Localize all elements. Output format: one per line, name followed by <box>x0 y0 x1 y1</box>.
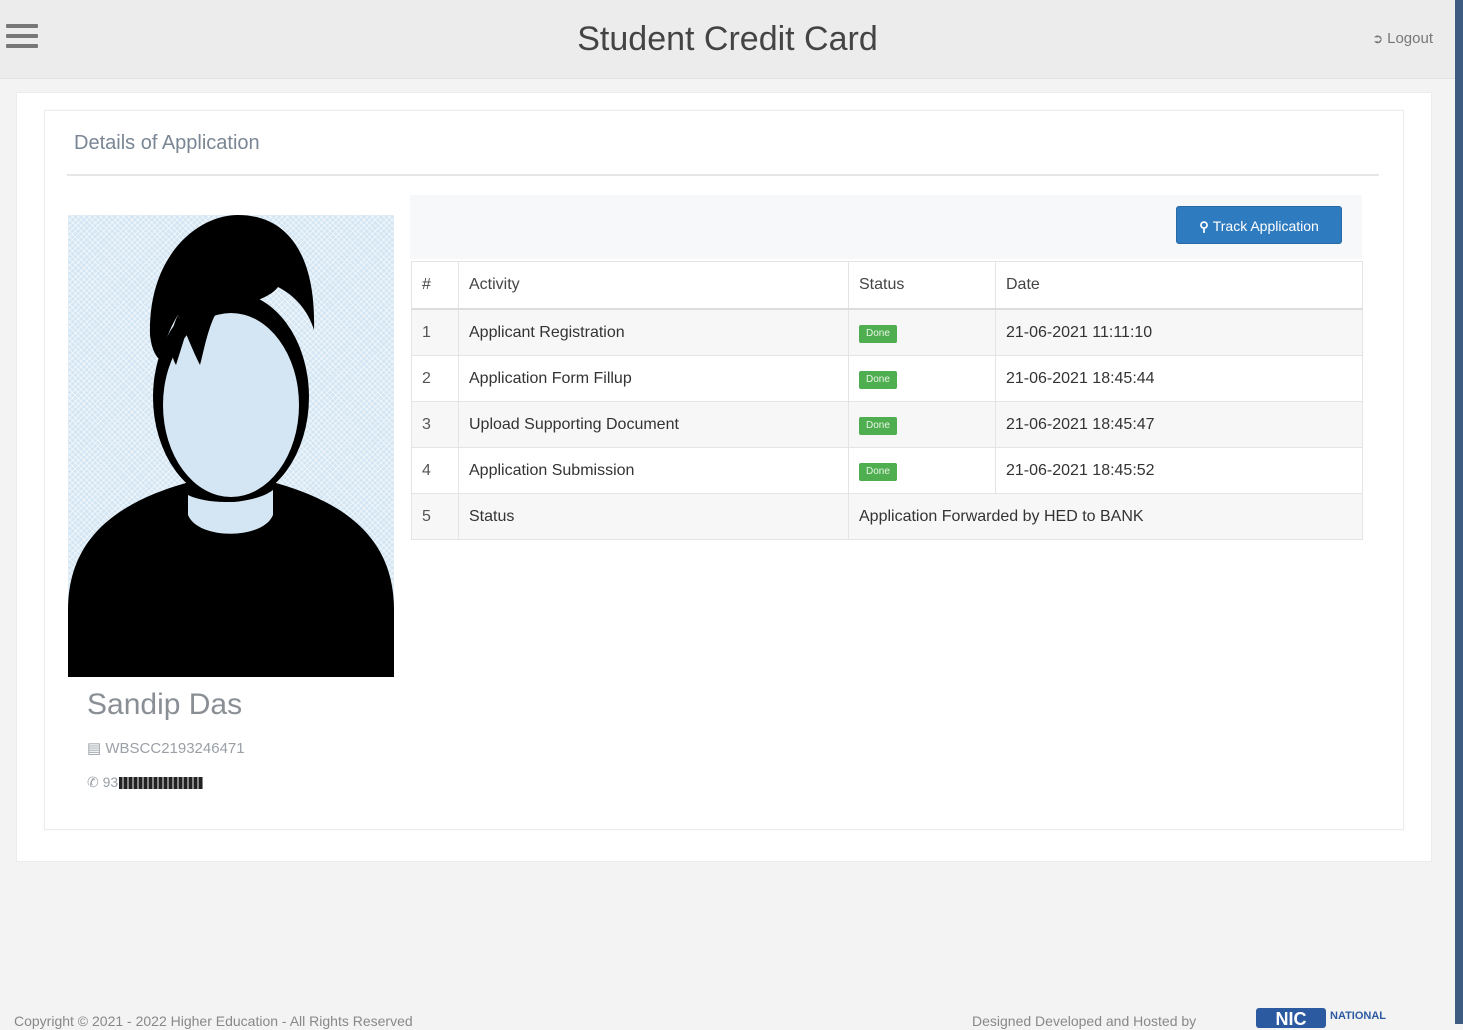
student-photo-avatar <box>68 215 394 677</box>
footer-copyright: Copyright © 2021 - 2022 Higher Education… <box>14 1013 413 1029</box>
row-activity: Application Form Fillup <box>458 355 849 402</box>
student-phone: ✆ 93 <box>87 774 204 791</box>
done-badge: Done <box>859 370 897 389</box>
col-header-date: Date <box>995 261 1363 310</box>
window-edge-bar <box>1455 0 1463 1024</box>
row-date: 21-06-2021 18:45:44 <box>995 355 1363 402</box>
row-num: 3 <box>411 401 459 448</box>
logout-link[interactable]: ➲ Logout <box>1372 30 1433 47</box>
track-application-button[interactable]: ⚲ Track Application <box>1176 206 1342 244</box>
row-status: Done <box>848 308 996 356</box>
col-header-num: # <box>411 261 459 310</box>
student-name: Sandip Das <box>87 688 243 721</box>
track-application-label: Track Application <box>1212 218 1319 234</box>
footer-credit: Designed Developed and Hosted by <box>972 1013 1197 1029</box>
table-row: 2 Application Form Fillup Done 21-06-202… <box>411 355 1363 402</box>
activity-table: # Activity Status Date 1 Applicant Regis… <box>411 261 1363 540</box>
table-header-row: # Activity Status Date <box>411 261 1363 310</box>
panel-divider <box>67 174 1379 176</box>
row-status: Done <box>848 447 996 494</box>
row-date: 21-06-2021 18:45:52 <box>995 447 1363 494</box>
table-row: 3 Upload Supporting Document Done 21-06-… <box>411 401 1363 448</box>
row-activity: Applicant Registration <box>458 308 849 356</box>
row-num: 1 <box>411 308 459 356</box>
search-icon: ⚲ <box>1199 219 1209 234</box>
col-header-status: Status <box>848 261 996 310</box>
row-num: 2 <box>411 355 459 402</box>
phone-prefix: 93 <box>102 774 119 790</box>
done-badge: Done <box>859 416 897 435</box>
status-row-value: Application Forwarded by HED to BANK <box>848 493 1363 540</box>
row-activity: Upload Supporting Document <box>458 401 849 448</box>
student-id-value: WBSCC2193246471 <box>105 740 245 757</box>
nic-logo[interactable]: NIC <box>1256 1008 1326 1029</box>
logout-icon: ➲ <box>1372 31 1384 46</box>
done-badge: Done <box>859 324 897 343</box>
row-date: 21-06-2021 18:45:47 <box>995 401 1363 448</box>
logout-label: Logout <box>1387 30 1433 47</box>
phone-masked-digits <box>119 777 204 790</box>
row-status: Done <box>848 355 996 402</box>
status-row: 5 Status Application Forwarded by HED to… <box>411 493 1363 540</box>
row-date: 21-06-2021 11:11:10 <box>995 308 1363 356</box>
top-navbar: Student Credit Card ➲ Logout <box>0 0 1455 79</box>
id-card-icon: ▤ <box>87 740 102 757</box>
row-num: 4 <box>411 447 459 494</box>
phone-icon: ✆ <box>87 774 99 790</box>
done-badge: Done <box>859 462 897 481</box>
nic-logo-subtext: NATIONAL <box>1330 1010 1387 1022</box>
app-title: Student Credit Card <box>577 20 878 58</box>
table-row: 1 Applicant Registration Done 21-06-2021… <box>411 308 1363 356</box>
panel-heading: Details of Application <box>74 132 260 154</box>
row-num: 5 <box>411 493 459 540</box>
student-id: ▤ WBSCC2193246471 <box>87 739 245 757</box>
default-avatar-silhouette-icon <box>68 215 394 677</box>
table-row: 4 Application Submission Done 21-06-2021… <box>411 447 1363 494</box>
col-header-activity: Activity <box>458 261 849 310</box>
row-activity: Application Submission <box>458 447 849 494</box>
row-status: Done <box>848 401 996 448</box>
status-row-label: Status <box>458 493 849 540</box>
